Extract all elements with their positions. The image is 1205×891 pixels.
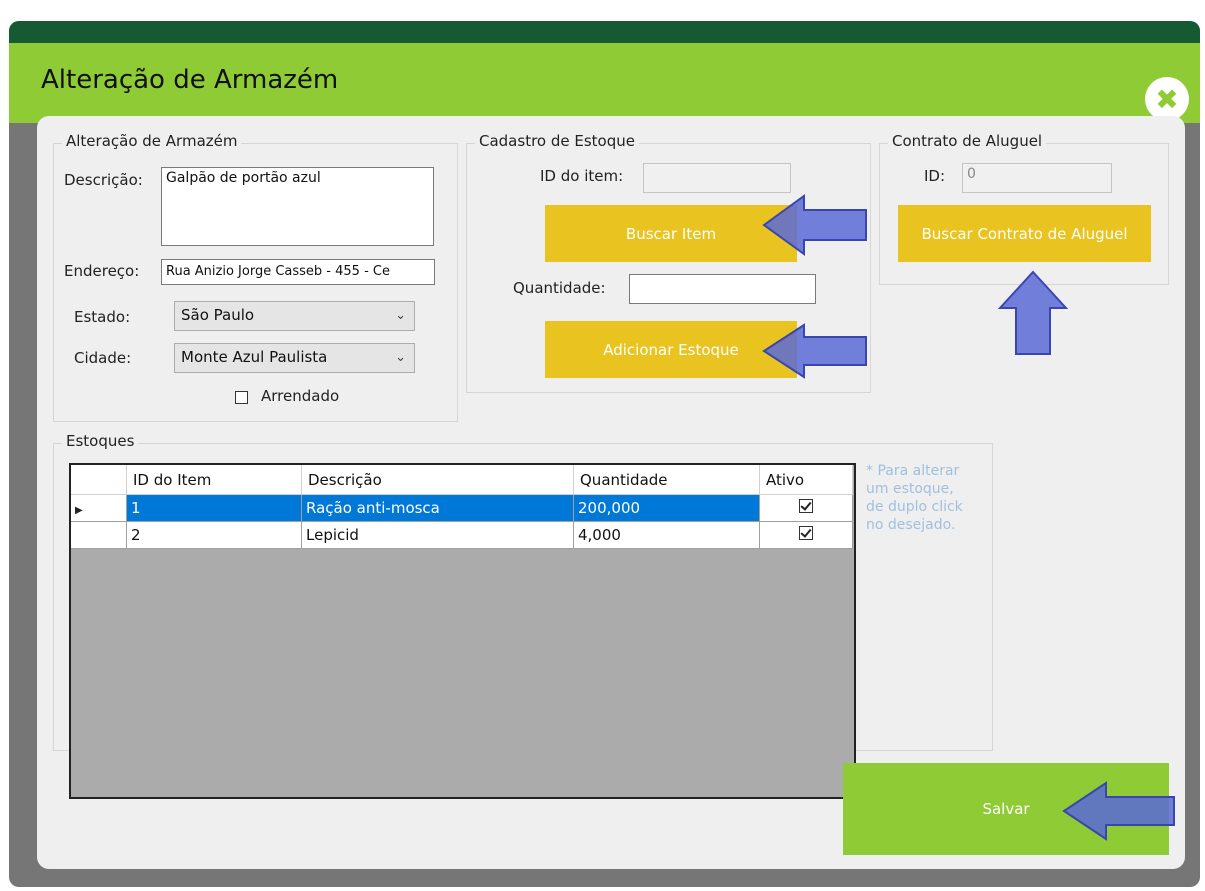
contrato-id-label: ID: [924,167,946,185]
close-button[interactable]: ✖ [1145,77,1189,121]
table-row[interactable]: ▶ 1 Ração anti-mosca 200,000 [71,494,853,522]
cell-descricao[interactable]: Lepicid [301,521,574,549]
arrendado-label: Arrendado [261,387,340,405]
col-header-ativo[interactable]: Ativo [759,465,853,495]
id-item-label: ID do item: [540,167,624,185]
cell-id[interactable]: 2 [126,521,302,549]
quantidade-label: Quantidade: [513,279,606,297]
titlebar-top-strip [9,21,1200,43]
row-header-corner [71,465,127,495]
buscar-item-button[interactable]: Buscar Item [545,205,797,262]
ativo-checkbox[interactable] [799,526,813,540]
row-selector[interactable] [71,521,127,549]
col-header-id[interactable]: ID do Item [126,465,302,495]
chevron-down-icon: ⌄ [395,308,406,323]
col-header-quantidade[interactable]: Quantidade [573,465,760,495]
arrow-left-icon [762,194,867,256]
close-icon: ✖ [1155,82,1179,116]
cell-quantidade[interactable]: 200,000 [573,494,760,522]
contrato-legend: Contrato de Aluguel [888,132,1047,150]
endereco-field[interactable]: Rua Anizio Jorge Casseb - 455 - Ce [161,259,435,285]
estoque-legend: Cadastro de Estoque [475,132,639,150]
hint-line: um estoque, [866,481,954,497]
arrendado-checkbox[interactable] [235,391,248,404]
ativo-checkbox[interactable] [799,499,813,513]
cidade-label: Cidade: [74,349,132,367]
cell-descricao[interactable]: Ração anti-mosca [301,494,574,522]
dialog-window: Alteração de Armazém ✖ Alteração de Arma… [9,21,1200,887]
descricao-label: Descrição: [64,171,143,189]
arrow-left-icon [762,323,867,379]
cell-quantidade[interactable]: 4,000 [573,521,760,549]
row-selector[interactable]: ▶ [71,494,127,522]
estoques-grid[interactable]: ID do Item Descrição Quantidade Ativo ▶ … [69,463,856,799]
estoques-table: ID do Item Descrição Quantidade Ativo ▶ … [71,465,853,549]
main-panel: Alteração de Armazém Descrição: Galpão d… [37,116,1185,869]
hint-line: * Para alterar [866,463,960,479]
arrow-up-icon [998,270,1068,355]
hint-line: de duplo click [866,499,963,515]
dialog-title: Alteração de Armazém [41,65,339,95]
cidade-select[interactable]: Monte Azul Paulista ⌄ [174,343,415,373]
table-row[interactable]: 2 Lepicid 4,000 [71,521,853,549]
edit-hint: * Para alterar um estoque, de duplo clic… [866,462,963,534]
col-header-descricao[interactable]: Descrição [301,465,574,495]
chevron-down-icon: ⌄ [395,350,406,365]
estoques-legend: Estoques [62,432,139,450]
armazem-legend: Alteração de Armazém [62,132,242,150]
estado-select[interactable]: São Paulo ⌄ [174,301,415,331]
contrato-id-field[interactable]: 0 [962,163,1112,193]
estado-label: Estado: [74,308,131,326]
hint-line: no desejado. [866,517,956,533]
table-header-row: ID do Item Descrição Quantidade Ativo [71,465,853,495]
id-item-field[interactable] [643,163,791,193]
cell-id[interactable]: 1 [126,494,302,522]
adicionar-estoque-button[interactable]: Adicionar Estoque [545,321,797,378]
quantidade-field[interactable] [629,274,816,304]
buscar-contrato-button[interactable]: Buscar Contrato de Aluguel [898,205,1151,262]
descricao-field[interactable]: Galpão de portão azul [161,167,434,246]
cell-ativo[interactable] [759,521,853,549]
arrow-left-icon [1062,781,1175,841]
row-pointer-icon: ▶ [75,505,83,516]
titlebar: Alteração de Armazém ✖ [9,43,1200,123]
cell-ativo[interactable] [759,494,853,522]
cidade-value: Monte Azul Paulista [181,348,328,366]
contrato-group: Contrato de Aluguel ID: 0 Buscar Contrat… [879,132,1169,285]
endereco-label: Endereço: [64,262,140,280]
armazem-group: Alteração de Armazém Descrição: Galpão d… [53,132,458,422]
estado-value: São Paulo [181,306,255,324]
